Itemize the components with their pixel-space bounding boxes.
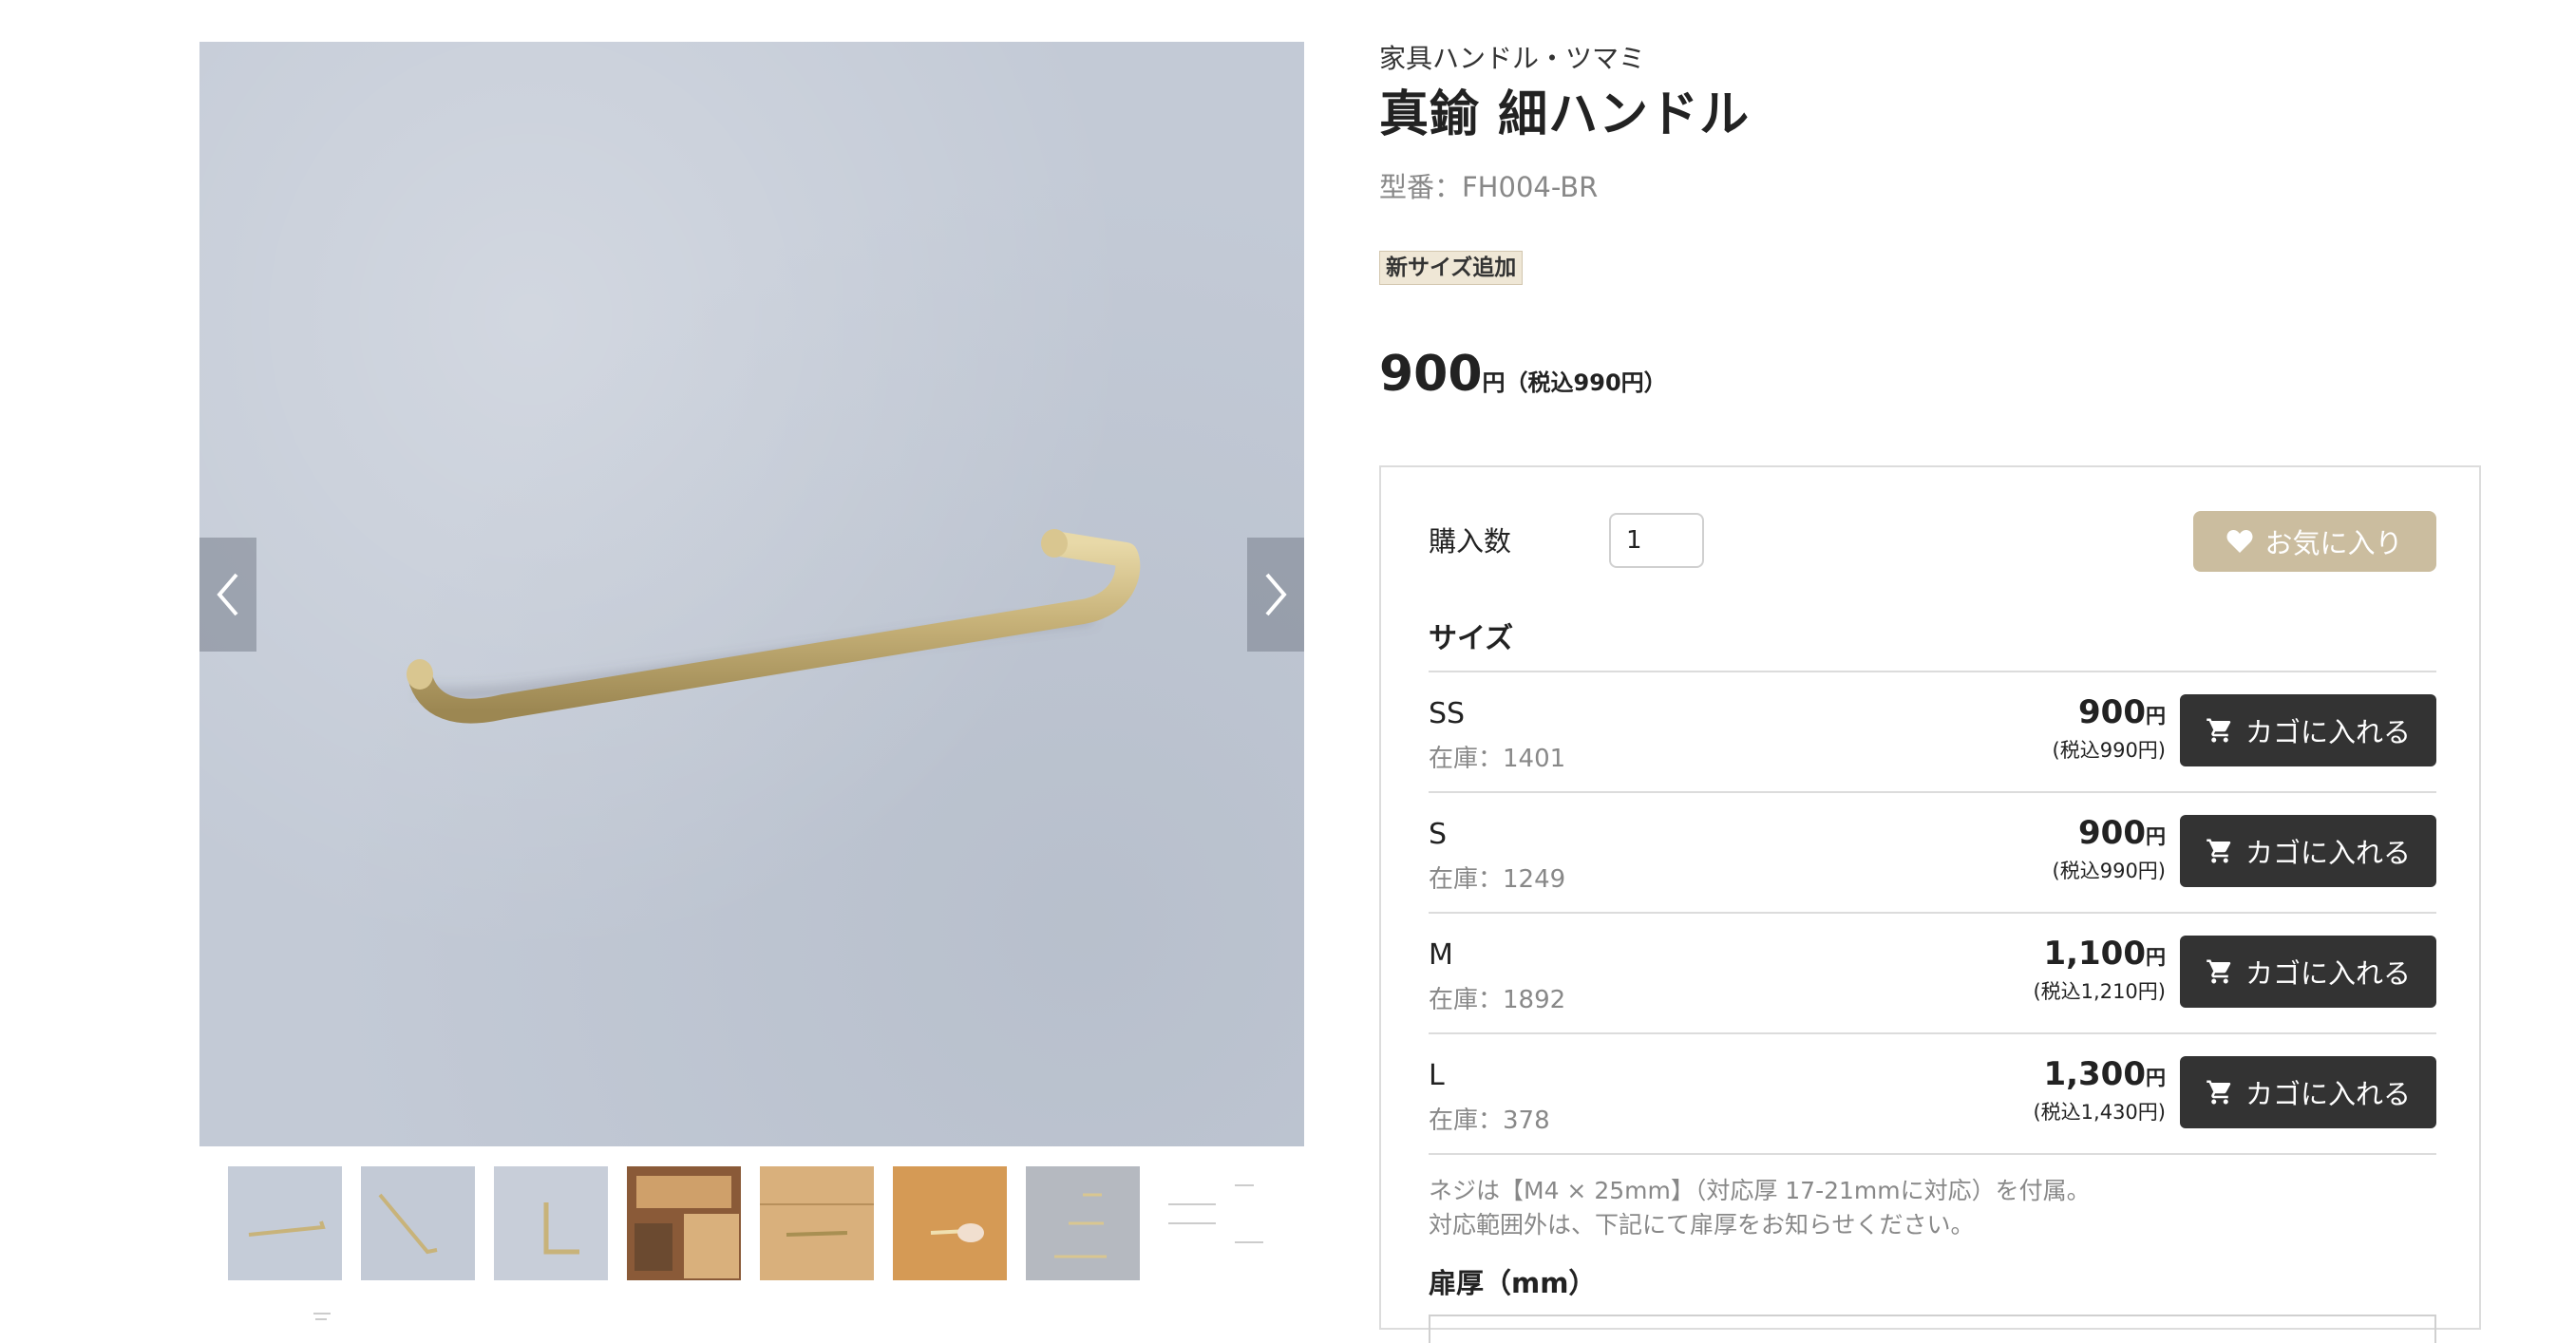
thumbnail-strip bbox=[228, 1166, 1273, 1280]
add-to-cart-button-s[interactable]: カゴに入れる bbox=[2180, 815, 2436, 887]
size-row-ss: SS 在庫：1401 900円 (税込990円) カゴに入れる bbox=[1429, 671, 2436, 791]
thumbnail-5[interactable] bbox=[760, 1166, 874, 1280]
add-to-cart-label: カゴに入れる bbox=[2245, 716, 2411, 748]
size-price-tax: (税込990円) bbox=[2052, 860, 2166, 882]
add-to-cart-button-m[interactable]: カゴに入れる bbox=[2180, 936, 2436, 1008]
size-row-s: S 在庫：1249 900円 (税込990円) カゴに入れる bbox=[1429, 791, 2436, 912]
size-price-tax: (税込1,210円) bbox=[2033, 980, 2166, 1003]
product-price: 900円（税込990円） bbox=[1379, 346, 1667, 403]
main-product-image bbox=[199, 42, 1304, 1146]
door-thickness-label: 扉厚（mm） bbox=[1429, 1267, 1597, 1299]
price-tax-included: （税込990円） bbox=[1505, 369, 1667, 396]
price-unit: 円 bbox=[1482, 369, 1506, 396]
favorite-label: お気に入り bbox=[2264, 527, 2403, 559]
thumbnail-4[interactable] bbox=[627, 1166, 741, 1280]
price-value: 900 bbox=[1379, 346, 1483, 403]
size-price-value: 900 bbox=[2078, 814, 2146, 852]
heart-icon bbox=[2226, 530, 2253, 553]
size-price-value: 1,300 bbox=[2043, 1055, 2146, 1093]
size-price-tax: (税込1,430円) bbox=[2033, 1101, 2166, 1124]
size-row-l: L 在庫：378 1,300円 (税込1,430円) カゴに入れる bbox=[1429, 1032, 2436, 1155]
size-price: 900円 (税込990円) bbox=[2053, 814, 2166, 884]
size-price: 1,100円 (税込1,210円) bbox=[2033, 935, 2166, 1005]
size-price-tax: (税込990円) bbox=[2052, 739, 2166, 762]
size-price-value: 900 bbox=[2078, 693, 2146, 731]
add-to-cart-label: カゴに入れる bbox=[2245, 1078, 2411, 1110]
size-stock: 在庫：1892 bbox=[1429, 986, 1566, 1014]
size-row-m: M 在庫：1892 1,100円 (税込1,210円) カゴに入れる bbox=[1429, 912, 2436, 1032]
purchase-panel: 購入数 1 お気に入り サイズ SS 在庫：1401 900円 (税込990円)… bbox=[1379, 465, 2481, 1343]
thumbnail-3[interactable] bbox=[494, 1166, 608, 1280]
thumbnail-9[interactable] bbox=[275, 1306, 351, 1324]
chevron-right-icon bbox=[1265, 573, 1287, 616]
cart-icon bbox=[2207, 1080, 2231, 1105]
size-price: 1,300円 (税込1,430円) bbox=[2033, 1055, 2166, 1125]
size-heading: サイズ bbox=[1429, 622, 1514, 655]
product-title: 真鍮 細ハンドル bbox=[1379, 86, 1751, 143]
size-name: L bbox=[1429, 1059, 1445, 1092]
screw-note: ネジは【M4 × 25mm】（対応厚 17-21mmに対応）を付属。 対応範囲外… bbox=[1429, 1174, 2091, 1242]
brass-handle-illustration bbox=[407, 529, 1141, 724]
add-to-cart-button-ss[interactable]: カゴに入れる bbox=[2180, 694, 2436, 766]
add-to-cart-label: カゴに入れる bbox=[2245, 837, 2411, 869]
thumbnail-8[interactable] bbox=[1159, 1166, 1273, 1280]
size-price-unit: 円 bbox=[2146, 946, 2166, 969]
thumbnail-7[interactable] bbox=[1026, 1166, 1140, 1280]
chevron-left-icon bbox=[217, 573, 238, 616]
quantity-input[interactable]: 1 bbox=[1609, 513, 1704, 568]
size-stock: 在庫：378 bbox=[1429, 1107, 1550, 1135]
size-name: S bbox=[1429, 818, 1448, 851]
screw-note-line-1: ネジは【M4 × 25mm】（対応厚 17-21mmに対応）を付属。 bbox=[1429, 1177, 2091, 1204]
add-to-cart-label: カゴに入れる bbox=[2245, 957, 2411, 990]
thumbnail-2[interactable] bbox=[361, 1166, 475, 1280]
size-stock: 在庫：1401 bbox=[1429, 745, 1566, 773]
size-price-unit: 円 bbox=[2146, 825, 2166, 848]
screw-note-line-2: 対応範囲外は、下記にて扉厚をお知らせください。 bbox=[1429, 1211, 1975, 1239]
gallery-prev-button[interactable] bbox=[199, 538, 256, 652]
cart-icon bbox=[2207, 959, 2231, 984]
door-thickness-input[interactable] bbox=[1429, 1315, 2436, 1343]
size-price: 900円 (税込990円) bbox=[2053, 693, 2166, 764]
favorite-button[interactable]: お気に入り bbox=[2193, 511, 2436, 572]
cart-icon bbox=[2207, 718, 2231, 743]
size-stock: 在庫：1249 bbox=[1429, 865, 1566, 894]
size-price-value: 1,100 bbox=[2043, 935, 2146, 973]
size-price-unit: 円 bbox=[2146, 705, 2166, 728]
cart-icon bbox=[2207, 839, 2231, 863]
size-name: SS bbox=[1429, 697, 1466, 730]
size-table: SS 在庫：1401 900円 (税込990円) カゴに入れる S 在庫：124… bbox=[1429, 671, 2436, 1155]
product-model-number: 型番：FH004-BR bbox=[1379, 171, 1599, 203]
gallery-next-button[interactable] bbox=[1247, 538, 1304, 652]
new-size-badge: 新サイズ追加 bbox=[1379, 251, 1524, 285]
product-category[interactable]: 家具ハンドル・ツマミ bbox=[1379, 38, 1645, 76]
size-name: M bbox=[1429, 938, 1453, 972]
size-price-unit: 円 bbox=[2146, 1067, 2166, 1089]
quantity-label: 購入数 bbox=[1429, 525, 1512, 558]
add-to-cart-button-l[interactable]: カゴに入れる bbox=[2180, 1056, 2436, 1128]
thumbnail-1[interactable] bbox=[228, 1166, 342, 1280]
thumbnail-6[interactable] bbox=[893, 1166, 1007, 1280]
